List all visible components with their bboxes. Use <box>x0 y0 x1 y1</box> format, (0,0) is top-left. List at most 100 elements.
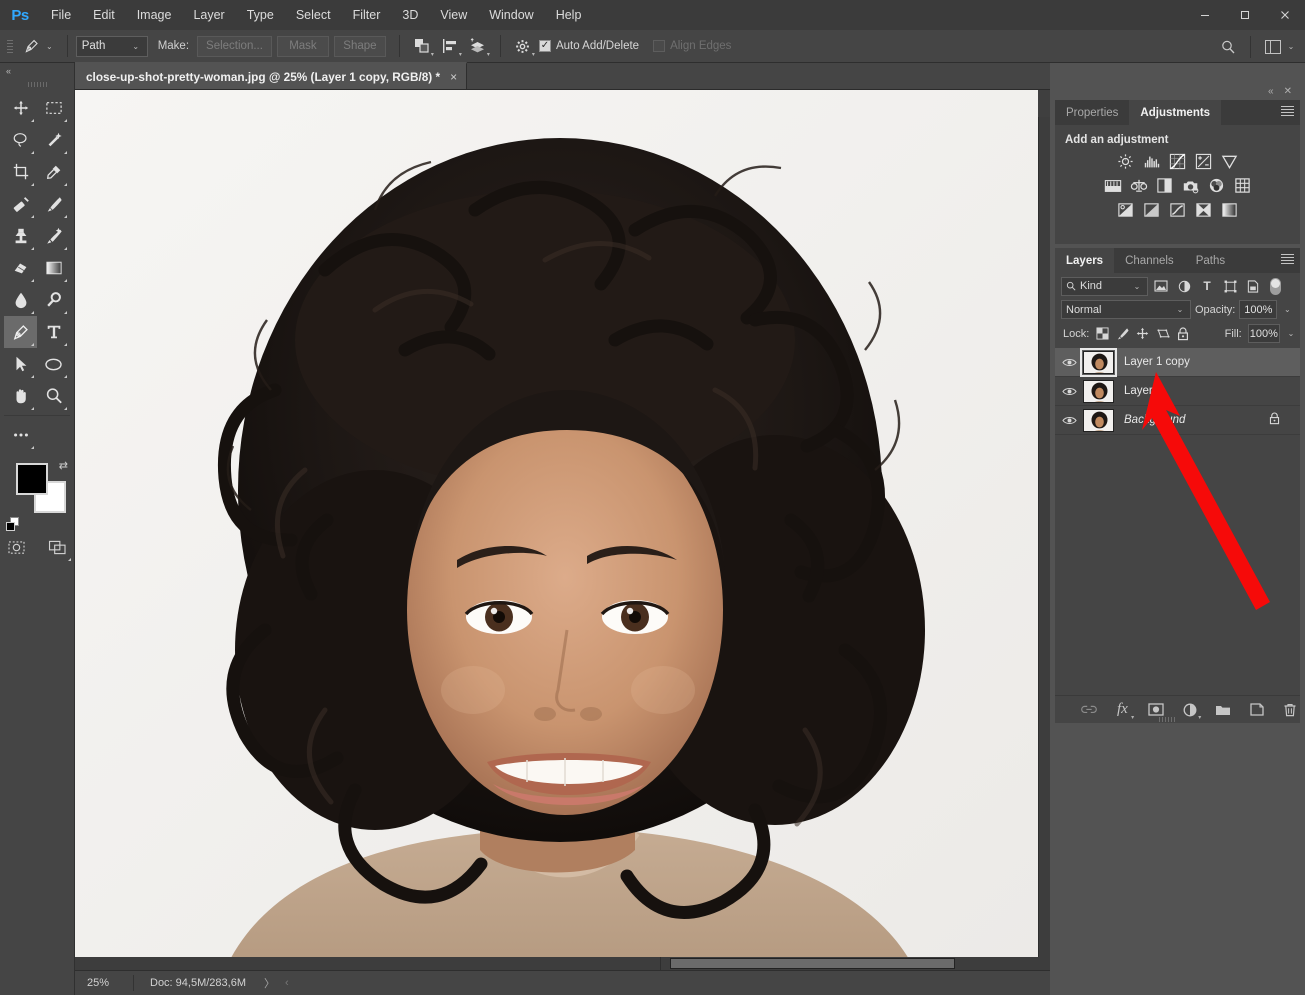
status-collapse-arrow[interactable]: ‹ <box>275 977 289 989</box>
document-tab[interactable]: close-up-shot-pretty-woman.jpg @ 25% (La… <box>75 62 468 89</box>
layer-thumbnail[interactable] <box>1083 379 1114 403</box>
fill-input[interactable]: 100% <box>1247 324 1280 343</box>
menu-filter[interactable]: Filter <box>342 0 392 30</box>
tab-paths[interactable]: Paths <box>1184 248 1237 273</box>
lock-image-pixels-button[interactable] <box>1116 325 1130 343</box>
black-white-button[interactable] <box>1155 176 1175 195</box>
lock-position-button[interactable] <box>1136 325 1150 343</box>
minimize-button[interactable] <box>1185 0 1225 30</box>
make-shape-button[interactable]: Shape <box>333 35 386 57</box>
tool-move[interactable] <box>4 92 37 124</box>
levels-button[interactable] <box>1142 152 1162 171</box>
canvas-image[interactable] <box>75 90 1038 970</box>
layer-name[interactable]: Background <box>1114 414 1185 426</box>
current-tool-icon[interactable] <box>16 33 46 59</box>
opacity-chevron-down-icon[interactable]: ⌄ <box>1281 305 1293 314</box>
table-row[interactable]: Layer 1 copy <box>1055 347 1300 377</box>
filter-type-layers-button[interactable]: T <box>1197 277 1217 296</box>
tool-pen[interactable] <box>4 316 37 348</box>
close-button[interactable] <box>1265 0 1305 30</box>
filter-adjustment-layers-button[interactable] <box>1174 277 1194 296</box>
tab-properties[interactable]: Properties <box>1055 100 1130 125</box>
color-balance-button[interactable] <box>1129 176 1149 195</box>
color-lookup-button[interactable] <box>1233 176 1253 195</box>
layer-thumbnail[interactable] <box>1083 408 1114 432</box>
tool-zoom[interactable] <box>37 380 70 412</box>
blend-mode-select[interactable]: Normal ⌄ <box>1061 300 1191 319</box>
layer-style-button[interactable]: fx ▾ <box>1113 700 1134 721</box>
collapse-panels-icon[interactable]: « <box>1268 86 1274 97</box>
maximize-button[interactable] <box>1225 0 1265 30</box>
make-mask-button[interactable]: Mask <box>276 35 329 57</box>
make-selection-button[interactable]: Selection... <box>197 35 272 57</box>
tab-adjustments[interactable]: Adjustments <box>1129 100 1222 125</box>
delete-layer-button[interactable] <box>1280 700 1300 720</box>
curves-button[interactable] <box>1168 152 1188 171</box>
filter-shape-layers-button[interactable] <box>1220 277 1240 296</box>
menu-select[interactable]: Select <box>285 0 342 30</box>
filter-kind-select[interactable]: Kind ⌄ <box>1061 276 1148 296</box>
new-layer-button[interactable] <box>1247 700 1267 720</box>
quick-mask-button[interactable] <box>0 531 33 563</box>
tab-layers[interactable]: Layers <box>1055 248 1115 273</box>
filter-smart-object-layers-button[interactable] <box>1243 277 1263 296</box>
table-row[interactable]: Background <box>1055 406 1300 435</box>
new-group-button[interactable] <box>1213 700 1233 720</box>
opacity-input[interactable]: 100% <box>1239 300 1278 319</box>
layer-visibility-toggle[interactable] <box>1055 357 1083 368</box>
menu-window[interactable]: Window <box>478 0 544 30</box>
posterize-button[interactable] <box>1142 200 1162 219</box>
tool-ellipse[interactable] <box>37 348 70 380</box>
panel-menu-icon[interactable] <box>1281 106 1294 116</box>
menu-edit[interactable]: Edit <box>82 0 126 30</box>
menu-layer[interactable]: Layer <box>182 0 235 30</box>
foreground-color-swatch[interactable] <box>16 463 48 495</box>
zoom-level[interactable]: 25% <box>75 977 133 989</box>
channel-mixer-button[interactable] <box>1207 176 1227 195</box>
tool-lasso[interactable] <box>4 124 37 156</box>
tool-history-brush[interactable] <box>37 220 70 252</box>
photo-filter-button[interactable] <box>1181 176 1201 195</box>
filter-enable-toggle[interactable] <box>1270 277 1281 295</box>
fill-chevron-down-icon[interactable]: ⌄ <box>1286 329 1296 338</box>
swap-colors-icon[interactable]: ⇄ <box>59 459 68 472</box>
tool-horizontal-type[interactable] <box>37 316 70 348</box>
canvas-horizontal-scrollbar[interactable] <box>75 957 1050 970</box>
vibrance-button[interactable] <box>1220 152 1240 171</box>
filter-pixel-layers-button[interactable] <box>1151 277 1171 296</box>
layer-thumbnail[interactable] <box>1080 347 1117 377</box>
menu-3d[interactable]: 3D <box>391 0 429 30</box>
tool-spot-healing-brush[interactable] <box>4 188 37 220</box>
gradient-map-button[interactable] <box>1220 200 1240 219</box>
brightness-contrast-button[interactable] <box>1116 152 1136 171</box>
canvas-vertical-scrollbar[interactable] <box>1038 117 1050 970</box>
exposure-button[interactable] <box>1194 152 1214 171</box>
tool-edit-toolbar[interactable] <box>4 419 37 451</box>
path-mode-select[interactable]: Path ⌄ <box>75 35 148 57</box>
search-button[interactable] <box>1214 35 1242 59</box>
close-icon[interactable]: ✕ <box>1284 86 1292 97</box>
close-icon[interactable]: × <box>450 70 457 84</box>
tool-rectangular-marquee[interactable] <box>37 92 70 124</box>
selective-color-button[interactable] <box>1194 200 1214 219</box>
lock-transparent-pixels-button[interactable] <box>1095 325 1109 343</box>
tool-hand[interactable] <box>4 380 37 412</box>
tool-magic-wand[interactable] <box>37 124 70 156</box>
menu-image[interactable]: Image <box>126 0 183 30</box>
toolbar-collapse-button[interactable]: « <box>0 63 74 79</box>
tool-preset-caret[interactable]: ⌄ <box>46 42 53 51</box>
menu-type[interactable]: Type <box>236 0 285 30</box>
tool-eyedropper[interactable] <box>37 156 70 188</box>
tab-channels[interactable]: Channels <box>1114 248 1185 273</box>
invert-button[interactable] <box>1116 200 1136 219</box>
table-row[interactable]: Layer 1 <box>1055 377 1300 406</box>
lock-artboard-nesting-button[interactable] <box>1156 325 1170 343</box>
toolbar-grip[interactable] <box>0 79 74 90</box>
layer-name[interactable]: Layer 1 copy <box>1114 356 1190 368</box>
layer-visibility-toggle[interactable] <box>1055 386 1083 397</box>
menu-file[interactable]: File <box>40 0 82 30</box>
lock-all-button[interactable] <box>1176 325 1190 343</box>
path-alignment-button[interactable]: ▾ <box>436 34 464 58</box>
geometry-options-button[interactable]: ▾ <box>509 34 537 58</box>
tool-path-selection[interactable] <box>4 348 37 380</box>
